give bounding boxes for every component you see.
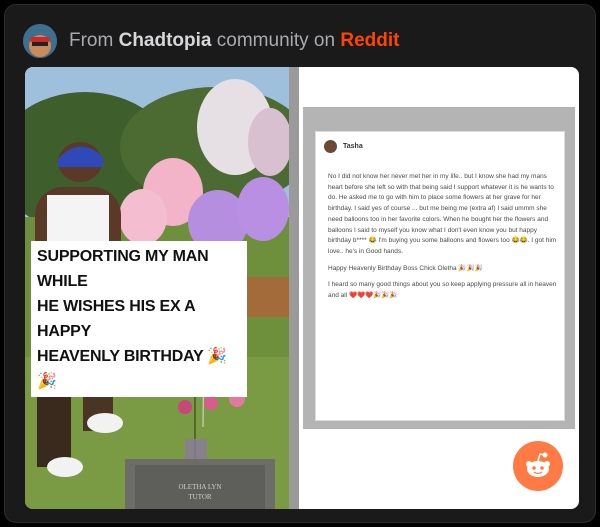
from-line: From Chadtopia community on Reddit [69, 30, 399, 52]
reddit-embed-card: From Chadtopia community on Reddit OLETH… [4, 4, 596, 523]
fb-author-name: Tasha [343, 143, 363, 150]
caption-line: SUPPORTING MY MAN WHILE [37, 248, 209, 290]
fb-author-avatar [324, 140, 337, 153]
facebook-screenshot-panel: Tasha No I did not know her never met he… [303, 107, 575, 429]
post-header: From Chadtopia community on Reddit [23, 23, 399, 59]
fb-paragraph: No I did not know her never met her in m… [328, 173, 557, 255]
headstone-line-2: TUTOR [188, 493, 212, 501]
community-name[interactable]: Chadtopia [119, 30, 212, 51]
from-middle: community on [216, 30, 336, 51]
fb-post-header: Tasha [324, 140, 363, 153]
cemetery-photo: OLETHA LYN TUTOR SUPPORTING MY MAN WHILE… [25, 67, 289, 509]
image-divider [289, 67, 299, 509]
caption-line: HE WISHES HIS EX A HAPPY [37, 298, 195, 340]
headstone-line-1: OLETHA LYN [178, 483, 221, 491]
facebook-post: Tasha No I did not know her never met he… [315, 131, 565, 421]
fb-post-body: No I did not know her never met her in m… [328, 172, 560, 308]
from-prefix: From [69, 30, 114, 51]
fb-paragraph: I heard so many good things about you so… [328, 281, 557, 300]
platform-name[interactable]: Reddit [340, 30, 399, 51]
caption-line: HEAVENLY BIRTHDAY 🎉🎉 [37, 348, 228, 390]
reddit-logo-button[interactable] [513, 441, 563, 491]
reddit-snoo-icon [526, 452, 550, 477]
post-image[interactable]: OLETHA LYN TUTOR SUPPORTING MY MAN WHILE… [25, 67, 579, 509]
photo-caption: SUPPORTING MY MAN WHILE HE WISHES HIS EX… [31, 241, 247, 397]
community-avatar[interactable] [23, 24, 57, 58]
fb-paragraph: Happy Heavenly Birthday Boss Chick Oleth… [328, 264, 483, 272]
